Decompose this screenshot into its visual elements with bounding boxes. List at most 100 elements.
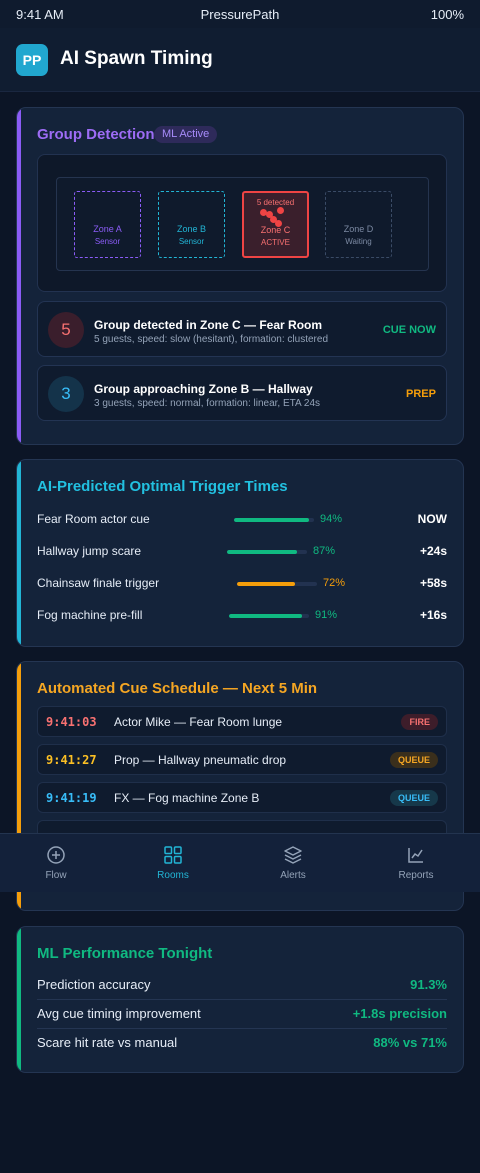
grid-icon [164,846,182,864]
confidence-fill [234,518,310,522]
tab-label: Flow [45,870,67,881]
alert-detail: 3 guests, speed: normal, formation: line… [94,398,321,409]
confidence-fill [227,550,297,554]
trigger-when: +58s [419,576,447,590]
metric-row: Scare hit rate vs manual 88% vs 71% [37,1029,447,1058]
confidence-track [229,614,309,618]
confidence-track [227,550,307,554]
zone-detected-count: 5 detected [256,198,295,207]
group-size-badge: 5 [48,312,84,348]
trigger-when: +24s [419,544,447,558]
trigger-label: Hallway jump scare [37,544,142,558]
plus-circle-icon [47,846,65,864]
metric-label: Prediction accuracy [37,977,151,992]
page-title: AI Spawn Timing [60,48,213,69]
metric-value: 88% vs 71% [373,1035,447,1050]
ml-performance-card: ML Performance Tonight Prediction accura… [16,926,464,1073]
cue-time: 9:41:03 [46,715,97,729]
tab-alerts[interactable]: Alerts [233,834,353,893]
confidence-pct: 94% [320,513,343,525]
app-logo: PP [16,44,48,76]
zone-b[interactable]: Zone B Sensor [158,191,225,258]
zone-d[interactable]: Zone D Waiting [325,191,392,258]
zone-state: ACTIVE [261,238,290,247]
cue-description: Actor Mike — Fear Room lunge [114,715,283,729]
trigger-label: Fear Room actor cue [37,512,150,526]
alert-detail: 5 guests, speed: slow (hesitant), format… [94,334,329,345]
zone-name: Zone B [176,224,207,234]
status-bar: 9:41 AM PressurePath 100% [0,0,480,28]
guest-marker [277,207,284,214]
trigger-label: Fog machine pre-fill [37,608,143,622]
zone-a[interactable]: Zone A Sensor [74,191,141,258]
trigger-label: Chainsaw finale trigger [37,576,160,590]
tab-label: Alerts [280,870,306,881]
cue-time: 9:41:19 [46,791,97,805]
cue-schedule-title: Automated Cue Schedule — Next 5 Min [37,680,318,697]
chart-line-icon [408,848,423,863]
zone-c[interactable]: 5 detected Zone C ACTIVE [242,191,309,258]
zone-name: Zone A [93,224,122,234]
metric-value: +1.8s precision [352,1006,447,1021]
confidence-track [237,582,317,586]
metric-label: Avg cue timing improvement [37,1006,201,1021]
tab-reports[interactable]: Reports [356,834,476,893]
group-alert-zone-c[interactable]: 5 Group detected in Zone C — Fear Room 5… [37,301,447,357]
zone-name: Zone C [260,225,291,235]
cue-row[interactable]: 9:41:27 Prop — Hallway pneumatic drop QU… [37,744,447,775]
trigger-row[interactable]: Fear Room actor cue 94% NOW [37,509,447,529]
cue-description: Prop — Hallway pneumatic drop [114,753,287,767]
tab-label: Rooms [157,870,189,881]
trigger-row[interactable]: Fog machine pre-fill 91% +16s [37,605,447,625]
trigger-times-card: AI-Predicted Optimal Trigger Times Fear … [16,459,464,647]
confidence-pct: 87% [313,545,336,557]
zone-name: Zone D [343,224,374,234]
zone-state: Waiting [345,237,372,246]
confidence-pct: 91% [315,609,338,621]
app-header: PP AI Spawn Timing [0,28,480,92]
group-size-badge: 3 [48,376,84,412]
trigger-row[interactable]: Hallway jump scare 87% +24s [37,541,447,561]
group-detection-card: Group Detection ML Active Zone A Sensor … [16,107,464,445]
cue-now-button[interactable]: CUE NOW [383,324,436,336]
cue-row[interactable]: 9:41:19 FX — Fog machine Zone B QUEUE [37,782,447,813]
confidence-pct: 72% [323,577,346,589]
cue-status-badge: QUEUE [389,752,438,768]
cue-row[interactable]: 9:41:03 Actor Mike — Fear Room lunge FIR… [37,706,447,737]
confidence-fill [229,614,302,618]
metric-label: Scare hit rate vs manual [37,1035,178,1050]
tab-rooms[interactable]: Rooms [113,834,233,893]
metric-value: 91.3% [410,977,447,992]
cue-status-badge: QUEUE [389,790,438,806]
trigger-when: +16s [419,608,447,622]
status-battery: 100% [430,7,464,22]
zone-map: Zone A Sensor Zone B Sensor 5 detected Z… [37,154,447,292]
ml-performance-title: ML Performance Tonight [37,945,213,962]
confidence-fill [237,582,295,586]
alert-title: Group detected in Zone C — Fear Room [94,318,323,332]
card-accent-bar [17,460,21,646]
trigger-when: NOW [417,512,447,526]
trigger-row[interactable]: Chainsaw finale trigger 72% +58s [37,573,447,593]
tab-flow[interactable]: Flow [0,834,116,893]
confidence-track [234,518,314,522]
card-accent-bar [17,108,21,444]
group-detection-title: Group Detection [37,126,155,143]
status-carrier: PressurePath [200,7,280,22]
card-accent-bar [17,927,21,1072]
zone-map-floor: Zone A Sensor Zone B Sensor 5 detected Z… [56,177,429,271]
group-alert-zone-b[interactable]: 3 Group approaching Zone B — Hallway 3 g… [37,365,447,421]
trigger-times-title: AI-Predicted Optimal Trigger Times [37,478,288,495]
metric-row: Prediction accuracy 91.3% [37,971,447,1000]
ml-active-badge: ML Active [154,126,218,143]
prep-button[interactable]: PREP [406,388,436,400]
zone-state: Sensor [178,237,205,246]
zone-state: Sensor [94,237,121,246]
alert-title: Group approaching Zone B — Hallway [94,382,313,396]
tab-label: Reports [398,870,434,881]
cue-description: FX — Fog machine Zone B [114,791,260,805]
layers-icon [284,846,302,864]
cue-time: 9:41:27 [46,753,97,767]
cue-status-badge: FIRE [401,714,438,730]
bottom-tab-bar: Flow Rooms Alerts Reports [0,833,480,892]
